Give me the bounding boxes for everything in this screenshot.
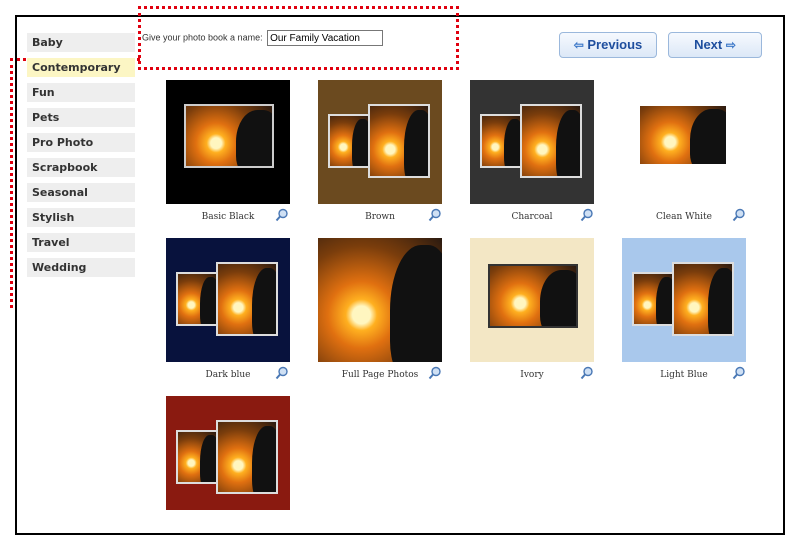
- sample-photo: [216, 262, 278, 336]
- photo-book-name-row: Give your photo book a name:: [142, 30, 384, 46]
- theme-thumb-brown[interactable]: [318, 80, 442, 204]
- sample-photo: [488, 264, 578, 328]
- sidebar-item-baby[interactable]: Baby: [27, 33, 135, 52]
- sidebar-item-travel[interactable]: Travel: [27, 233, 135, 252]
- sidebar-item-pets[interactable]: Pets: [27, 108, 135, 127]
- sidebar-item-scrapbook[interactable]: Scrapbook: [27, 158, 135, 177]
- sidebar-item-stylish[interactable]: Stylish: [27, 208, 135, 227]
- sample-photo: [216, 420, 278, 494]
- next-button-label: Next: [694, 37, 723, 52]
- theme-label: Brown: [365, 212, 395, 222]
- sidebar-item-fun[interactable]: Fun: [27, 83, 135, 102]
- arrow-right-icon: ⇨: [725, 38, 736, 52]
- theme-label: Clean White: [656, 212, 712, 222]
- theme-thumb-charcoal[interactable]: [470, 80, 594, 204]
- theme-label: Light Blue: [660, 370, 708, 380]
- zoom-icon[interactable]: [732, 208, 746, 222]
- sample-photo: [368, 104, 430, 178]
- theme-thumb-light-blue[interactable]: [622, 238, 746, 362]
- theme-label: Dark blue: [205, 370, 251, 380]
- zoom-icon[interactable]: [580, 366, 594, 380]
- sample-photo: [632, 272, 674, 326]
- zoom-icon[interactable]: [275, 208, 289, 222]
- theme-label: Ivory: [520, 370, 544, 380]
- zoom-icon[interactable]: [428, 366, 442, 380]
- sidebar-item-contemporary[interactable]: Contemporary: [27, 58, 135, 77]
- previous-button[interactable]: ⇦ Previous: [559, 32, 657, 58]
- sidebar-item-seasonal[interactable]: Seasonal: [27, 183, 135, 202]
- next-button[interactable]: Next ⇨: [668, 32, 762, 58]
- sample-photo: [520, 104, 582, 178]
- zoom-icon[interactable]: [275, 366, 289, 380]
- theme-thumb-red[interactable]: [166, 396, 290, 510]
- zoom-icon[interactable]: [428, 208, 442, 222]
- photo-book-name-label: Give your photo book a name:: [142, 32, 263, 43]
- highlight-connector-left: [10, 58, 17, 308]
- sample-photo: [184, 104, 274, 168]
- photo-book-name-input[interactable]: [267, 30, 384, 46]
- theme-sidebar: Baby Contemporary Fun Pets Pro Photo Scr…: [27, 33, 135, 283]
- theme-thumb-basic-black[interactable]: [166, 80, 290, 204]
- theme-thumb-ivory[interactable]: [470, 238, 594, 362]
- sample-photo: [176, 272, 218, 326]
- arrow-left-icon: ⇦: [573, 38, 584, 52]
- theme-thumb-clean-white[interactable]: [622, 80, 746, 204]
- sample-photo: [640, 106, 726, 164]
- sample-photo: [672, 262, 734, 336]
- theme-thumb-dark-blue[interactable]: [166, 238, 290, 362]
- zoom-icon[interactable]: [732, 366, 746, 380]
- sample-photo: [480, 114, 522, 168]
- sidebar-item-pro-photo[interactable]: Pro Photo: [27, 133, 135, 152]
- sample-photo: [328, 114, 370, 168]
- theme-label: Basic Black: [201, 212, 255, 222]
- sample-photo: [176, 430, 218, 484]
- theme-thumb-full-page-photos[interactable]: [318, 238, 442, 362]
- theme-label: Full Page Photos: [341, 370, 419, 380]
- theme-label: Charcoal: [511, 212, 553, 222]
- zoom-icon[interactable]: [580, 208, 594, 222]
- sample-photo: [318, 238, 442, 362]
- previous-button-label: Previous: [587, 37, 643, 52]
- sidebar-item-wedding[interactable]: Wedding: [27, 258, 135, 277]
